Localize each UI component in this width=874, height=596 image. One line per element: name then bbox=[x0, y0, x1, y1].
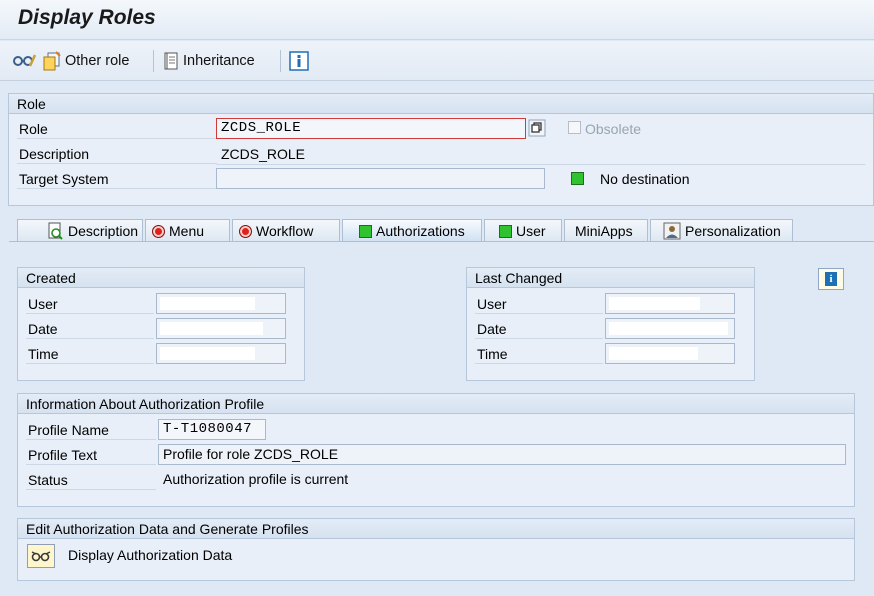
glasses-icon bbox=[31, 551, 51, 562]
obsolete-label: Obsolete bbox=[585, 121, 642, 137]
changed-date-label: Date bbox=[475, 319, 603, 339]
red-status-icon bbox=[239, 224, 252, 238]
other-role-label: Other role bbox=[65, 53, 130, 69]
info-icon: i bbox=[825, 272, 837, 286]
tab-label: Personalization bbox=[685, 223, 781, 239]
tab-personalization[interactable]: Personalization bbox=[650, 219, 793, 242]
tab-label: Workflow bbox=[256, 223, 314, 239]
profile-info-heading: Information About Authorization Profile bbox=[18, 394, 854, 414]
edit-auth-heading: Edit Authorization Data and Generate Pro… bbox=[18, 519, 854, 539]
obsolete-checkbox[interactable] bbox=[568, 121, 581, 134]
role-group: Role Role ZCDS_ROLE Obsolete Description… bbox=[8, 93, 874, 206]
redacted-mask bbox=[160, 297, 255, 310]
created-time-label: Time bbox=[26, 344, 154, 364]
tab-workflow[interactable]: Workflow bbox=[232, 219, 340, 242]
redacted-mask bbox=[609, 297, 700, 310]
redacted-mask bbox=[609, 347, 698, 360]
tab-label: User bbox=[516, 223, 546, 239]
tab-label: Description bbox=[68, 223, 139, 239]
redacted-mask bbox=[609, 322, 728, 335]
info-button[interactable] bbox=[289, 50, 309, 72]
last-changed-group: Last Changed User Date Time bbox=[466, 267, 755, 381]
target-system-input[interactable] bbox=[216, 168, 545, 189]
title-bar: Display Roles bbox=[0, 0, 874, 40]
profile-text-field[interactable]: Profile for role ZCDS_ROLE bbox=[158, 444, 846, 465]
destination-status-icon bbox=[571, 172, 584, 185]
green-status-icon bbox=[359, 224, 372, 238]
last-changed-heading: Last Changed bbox=[467, 268, 754, 288]
status-value: Authorization profile is current bbox=[163, 471, 349, 487]
created-date-field bbox=[156, 318, 286, 339]
toolbar: Other role Inheritance bbox=[0, 41, 874, 81]
role-label: Role bbox=[17, 119, 217, 139]
tab-menu[interactable]: Menu bbox=[145, 219, 230, 242]
tab-label: Authorizations bbox=[376, 223, 465, 239]
copy-icon[interactable] bbox=[528, 119, 546, 137]
page-title: Display Roles bbox=[18, 6, 156, 29]
role-group-heading: Role bbox=[9, 94, 873, 114]
profile-name-field[interactable]: T-T1080047 bbox=[158, 419, 266, 440]
toolbar-separator bbox=[280, 50, 281, 72]
inheritance-icon bbox=[164, 52, 178, 70]
description-label: Description bbox=[17, 144, 217, 164]
tab-label: MiniApps bbox=[575, 223, 633, 239]
authorization-info-button[interactable]: i bbox=[818, 268, 844, 290]
green-status-icon bbox=[499, 224, 512, 238]
created-user-label: User bbox=[26, 294, 154, 314]
status-label: Status bbox=[26, 470, 156, 490]
created-time-field bbox=[156, 343, 286, 364]
edit-auth-group: Edit Authorization Data and Generate Pro… bbox=[17, 518, 855, 581]
target-system-label: Target System bbox=[17, 169, 217, 189]
other-role-icon bbox=[43, 51, 61, 71]
changed-user-label: User bbox=[475, 294, 603, 314]
tab-user[interactable]: User bbox=[484, 219, 562, 242]
info-icon bbox=[289, 51, 309, 71]
created-user-field bbox=[156, 293, 286, 314]
other-role-button[interactable]: Other role bbox=[42, 50, 129, 72]
changed-date-field bbox=[605, 318, 735, 339]
profile-name-label: Profile Name bbox=[26, 420, 156, 440]
glasses-icon bbox=[13, 54, 36, 67]
profile-text-label: Profile Text bbox=[26, 445, 156, 465]
red-status-icon bbox=[152, 224, 165, 238]
inheritance-button[interactable]: Inheritance bbox=[162, 50, 255, 72]
profile-info-group: Information About Authorization Profile … bbox=[17, 393, 855, 507]
redacted-mask bbox=[160, 322, 263, 335]
redacted-mask bbox=[160, 347, 255, 360]
inheritance-label: Inheritance bbox=[183, 53, 255, 69]
created-date-label: Date bbox=[26, 319, 154, 339]
tab-authorizations[interactable]: Authorizations bbox=[342, 219, 482, 242]
document-icon bbox=[48, 222, 63, 240]
tab-description[interactable]: Description bbox=[17, 219, 143, 242]
person-icon bbox=[663, 222, 681, 240]
tab-miniapps[interactable]: MiniApps bbox=[564, 219, 648, 242]
changed-time-field bbox=[605, 343, 735, 364]
tab-label: Menu bbox=[169, 223, 205, 239]
created-group: Created User Date Time bbox=[17, 267, 305, 381]
display-authorization-data-label: Display Authorization Data bbox=[68, 547, 233, 563]
description-value: ZCDS_ROLE bbox=[216, 144, 866, 165]
destination-status-text: No destination bbox=[600, 171, 690, 187]
display-change-button[interactable] bbox=[12, 50, 36, 72]
changed-time-label: Time bbox=[475, 344, 603, 364]
created-heading: Created bbox=[18, 268, 304, 288]
role-input[interactable]: ZCDS_ROLE bbox=[216, 118, 526, 139]
display-authorization-data-button[interactable] bbox=[27, 544, 55, 568]
toolbar-separator bbox=[153, 50, 154, 72]
changed-user-field bbox=[605, 293, 735, 314]
